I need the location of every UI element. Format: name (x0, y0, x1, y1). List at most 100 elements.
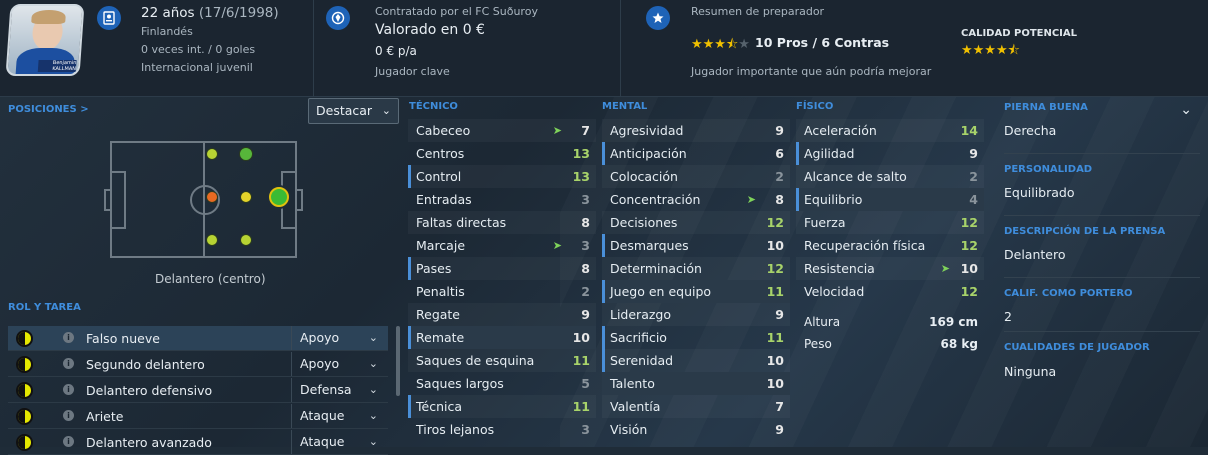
mental-attribute-row[interactable]: Anticipación 6 (602, 142, 790, 165)
technical-attribute-value: 3 (581, 192, 590, 207)
technical-attribute-row[interactable]: Remate 10 (408, 326, 596, 349)
technical-attribute-row[interactable]: Faltas directas 8 (408, 211, 596, 234)
duty-dropdown[interactable]: Apoyo ⌄ (291, 326, 388, 350)
mental-attribute-value: 6 (775, 146, 784, 161)
info-icon[interactable]: i (63, 358, 74, 369)
mental-attribute-row[interactable]: Talento 10 (602, 372, 790, 395)
mental-attribute-row[interactable]: Decisiones 12 (602, 211, 790, 234)
physical-attribute-name: Alcance de salto (804, 169, 907, 184)
mental-attribute-name: Sacrificio (610, 330, 667, 345)
mental-attribute-value: 12 (766, 215, 784, 230)
player-traits: Ninguna (1004, 364, 1057, 379)
technical-attribute-name: Saques largos (416, 376, 504, 391)
mental-attribute-name: Decisiones (610, 215, 678, 230)
physical-attribute-row[interactable]: Fuerza 12 (796, 211, 984, 234)
chevron-down-icon: ⌄ (368, 435, 378, 448)
role-row[interactable]: i Delantero avanzado Ataque ⌄ (8, 430, 388, 455)
duty-dropdown[interactable]: Ataque ⌄ (291, 430, 388, 454)
info-icon[interactable]: i (63, 410, 74, 421)
technical-attribute-row[interactable]: Centros 13 (408, 142, 596, 165)
physical-attribute-row[interactable]: Agilidad 9 (796, 142, 984, 165)
physical-label: FÍSICO (796, 101, 834, 112)
role-row[interactable]: i Delantero defensivo Defensa ⌄ (8, 378, 388, 403)
mental-attribute-name: Serenidad (610, 353, 674, 368)
technical-attribute-name: Pases (416, 261, 452, 276)
technical-attribute-value: 10 (572, 330, 590, 345)
technical-attribute-row[interactable]: Penaltis 2 (408, 280, 596, 303)
role-row[interactable]: i Falso nueve Apoyo ⌄ (8, 326, 388, 351)
technical-attribute-row[interactable]: Saques largos 5 (408, 372, 596, 395)
technical-attribute-name: Técnica (416, 399, 463, 414)
mental-attribute-row[interactable]: Visión 9 (602, 418, 790, 441)
physical-attribute-name: Resistencia (804, 261, 875, 276)
chevron-down-icon: ⌄ (368, 331, 378, 344)
mental-attribute-row[interactable]: Desmarques 10 (602, 234, 790, 257)
roles-scrollbar[interactable] (396, 326, 400, 396)
mental-attribute-row[interactable]: Agresividad 9 (602, 119, 790, 142)
international-caps: 0 veces int. / 0 goles (141, 43, 256, 56)
mental-attribute-value: 10 (766, 238, 784, 253)
physical-attribute-row[interactable]: Velocidad 12 (796, 280, 984, 303)
age: 22 años (141, 5, 195, 21)
physical-attribute-row[interactable]: Equilibrio 4 (796, 188, 984, 211)
info-icon[interactable]: i (63, 436, 74, 447)
current-ability-stars: ★★★⯪★ (691, 37, 750, 52)
technical-attribute-value: 7 (581, 123, 590, 138)
technical-attribute-row[interactable]: Control 13 (408, 165, 596, 188)
mental-attribute-row[interactable]: Determinación 12 (602, 257, 790, 280)
physical-attribute-name: Recuperación física (804, 238, 926, 253)
role-name: Delantero avanzado (86, 435, 212, 450)
mental-attribute-row[interactable]: Juego en equipo 11 (602, 280, 790, 303)
technical-attribute-row[interactable]: Regate 9 (408, 303, 596, 326)
preferred-foot-section: PIERNA BUENA ⌄ Derecha (1004, 102, 1200, 138)
technical-attributes: Cabeceo ➤ 7 Centros 13 Control 13 Entradas 3 Falt… (408, 119, 596, 441)
physical-attribute-row[interactable]: Alcance de salto 2 (796, 165, 984, 188)
info-icon[interactable]: i (63, 332, 74, 343)
highlight-dropdown[interactable]: Destacar ⌄ (308, 98, 399, 124)
mental-attribute-row[interactable]: Serenidad 10 (602, 349, 790, 372)
technical-attribute-value: 3 (581, 422, 590, 437)
duty-dropdown[interactable]: Apoyo ⌄ (291, 352, 388, 376)
mental-attribute-name: Talento (610, 376, 655, 391)
duty-dropdown[interactable]: Defensa ⌄ (291, 378, 388, 402)
chevron-down-icon[interactable]: ⌄ (1180, 102, 1192, 118)
duty-dropdown[interactable]: Ataque ⌄ (291, 404, 388, 428)
technical-attribute-row[interactable]: Saques de esquina 11 (408, 349, 596, 372)
technical-attribute-value: 11 (572, 399, 590, 414)
physical-attribute-row[interactable]: Resistencia ➤ 10 (796, 257, 984, 280)
technical-attribute-row[interactable]: Marcaje ➤ 3 (408, 234, 596, 257)
role-row[interactable]: i Ariete Ataque ⌄ (8, 404, 388, 429)
mental-attribute-value: 10 (766, 353, 784, 368)
technical-attribute-row[interactable]: Pases 8 (408, 257, 596, 280)
highlight-dropdown-label: Destacar (316, 103, 373, 118)
physical-attribute-row[interactable]: Recuperación física 12 (796, 234, 984, 257)
technical-attribute-row[interactable]: Entradas 3 (408, 188, 596, 211)
mental-attributes: Agresividad 9 Anticipación 6 Colocación 2 Conc… (602, 119, 790, 441)
technical-attribute-row[interactable]: Técnica 11 (408, 395, 596, 418)
mental-attribute-row[interactable]: Concentración ➤ 8 (602, 188, 790, 211)
positions-link[interactable]: POSICIONES > (8, 104, 89, 115)
role-suitability-icon (16, 356, 33, 373)
role-suitability-icon (16, 330, 33, 347)
info-icon[interactable]: i (63, 384, 74, 395)
mental-attribute-row[interactable]: Liderazgo 9 (602, 303, 790, 326)
physical-attribute-row[interactable]: Aceleración 14 (796, 119, 984, 142)
role-row[interactable]: i Segundo delantero Apoyo ⌄ (8, 352, 388, 377)
technical-attribute-row[interactable]: Tiros lejanos 3 (408, 418, 596, 441)
mental-attribute-row[interactable]: Colocación 2 (602, 165, 790, 188)
physical-attribute-name: Velocidad (804, 284, 865, 299)
mental-attribute-name: Juego en equipo (610, 284, 712, 299)
mental-attribute-row[interactable]: Sacrificio 11 (602, 326, 790, 349)
mental-attribute-row[interactable]: Valentía 7 (602, 395, 790, 418)
technical-attribute-value: 11 (572, 353, 590, 368)
position-dot-aml (206, 148, 218, 160)
mental-attribute-name: Anticipación (610, 146, 687, 161)
mental-attribute-value: 7 (775, 399, 784, 414)
height-value: 169 cm (929, 315, 978, 329)
player-value: Valorado en 0 € (375, 22, 485, 38)
coach-report-title: Resumen de preparador (691, 5, 825, 18)
role-name: Falso nueve (86, 331, 160, 346)
technical-attribute-name: Tiros lejanos (416, 422, 495, 437)
mental-attribute-name: Determinación (610, 261, 702, 276)
technical-attribute-row[interactable]: Cabeceo ➤ 7 (408, 119, 596, 142)
